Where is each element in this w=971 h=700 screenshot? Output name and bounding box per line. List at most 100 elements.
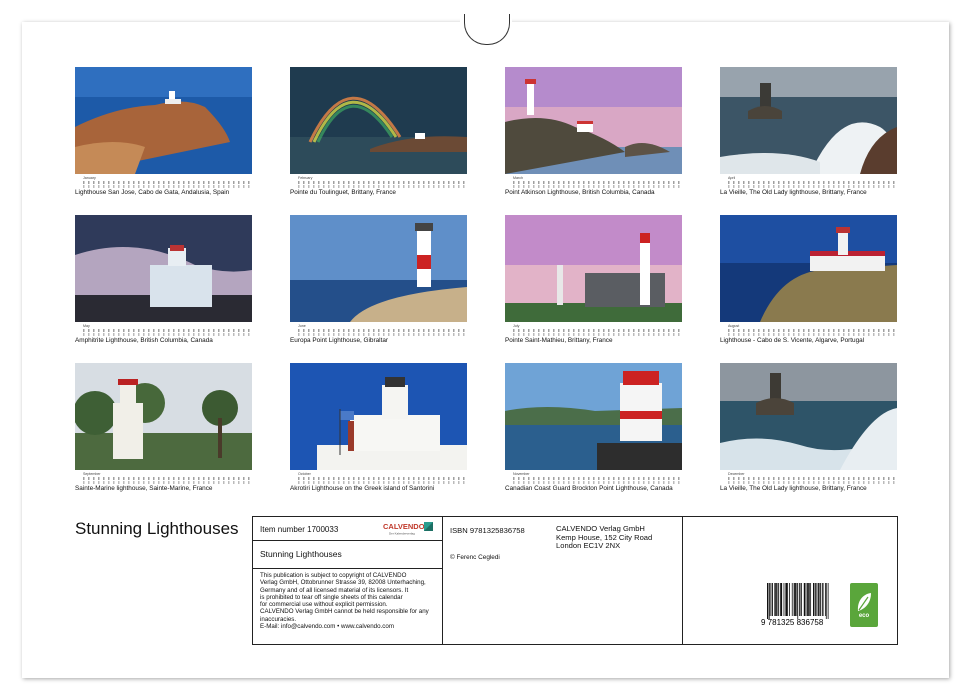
mini-calendar-row: April	[720, 176, 897, 188]
barcode-bar	[817, 583, 819, 616]
copyright-line: inaccuracies.	[260, 615, 297, 623]
month-label: June	[298, 324, 306, 328]
photo-caption: Lighthouse San Jose, Cabo de Gata, Andal…	[75, 189, 230, 196]
month-label: September	[83, 472, 101, 476]
photo-caption: Akrotiri Lighthouse on the Greek island …	[290, 485, 435, 492]
barcode-bar	[768, 583, 770, 619]
eco-label: eco	[858, 613, 870, 619]
month-label: August	[728, 324, 740, 328]
mini-calendar-row: February	[290, 176, 467, 188]
barcode-bar	[814, 583, 816, 616]
month-panel: January Lighthouse San Jose, Cabo de Gat…	[75, 67, 252, 196]
mini-calendar-row: January	[75, 176, 252, 188]
barcode-bar	[774, 583, 776, 616]
photo-caption: La Vieille, The Old Lady lighthouse, Bri…	[720, 189, 867, 196]
item-number: Item number 1700033	[260, 525, 339, 534]
photo-caption: Sainte-Marine lighthouse, Sainte-Marine,…	[75, 485, 213, 492]
month-label: April	[728, 176, 736, 180]
month-label: February	[298, 176, 313, 180]
leaf-icon	[857, 593, 871, 611]
mini-calendar-row: September	[75, 472, 252, 484]
lighthouse-photo	[75, 363, 252, 470]
mini-calendar-row: August	[720, 324, 897, 336]
lighthouse-photo	[720, 363, 897, 470]
barcode-bar	[827, 583, 829, 619]
barcode-bar	[780, 583, 783, 616]
photo-caption: Europa Point Lighthouse, Gibraltar	[290, 337, 389, 344]
barcode-bar	[793, 583, 795, 616]
lighthouse-photo	[505, 67, 682, 174]
copyright-line: CALVENDO Verlag GmbH cannot be held resp…	[260, 608, 429, 616]
barcode-bar	[813, 583, 815, 616]
calendar-title: Stunning Lighthouses	[75, 519, 239, 538]
photo-caption: Pointe Saint-Mathieu, Brittany, France	[505, 337, 613, 344]
day-grid	[83, 185, 250, 188]
month-panel: July Pointe Saint-Mathieu, Brittany, Fra…	[505, 215, 682, 344]
publisher-line: London EC1V 2NX	[556, 541, 621, 550]
copyright-line: This publication is subject to copyright…	[260, 572, 407, 579]
lighthouse-photo	[75, 67, 252, 174]
lighthouse-photo	[75, 215, 252, 322]
day-grid	[83, 481, 250, 484]
barcode-bar	[825, 583, 827, 619]
lighthouse-photo	[505, 215, 682, 322]
mini-calendar-row: October	[290, 472, 467, 484]
copyright-text: This publication is subject to copyright…	[260, 572, 429, 630]
barcode-bar	[797, 583, 799, 619]
day-grid	[513, 181, 680, 184]
barcode-bar	[804, 583, 806, 616]
barcode-bar	[775, 583, 777, 616]
photo-caption: Lighthouse - Cabo de S. Vicente, Algarve…	[720, 337, 865, 344]
product-title: Stunning Lighthouses	[260, 549, 342, 559]
copyright-line: is prohibited to tear off single sheets …	[260, 593, 403, 601]
info-box: Item number 1700033 CALVENDO Der Kalende…	[252, 516, 898, 645]
barcode-bar	[771, 583, 773, 616]
barcode-bar	[824, 583, 826, 616]
month-panel: February Pointe du Toulinguet, Brittany,…	[290, 67, 467, 196]
calvendo-logo: CALVENDO Der Kalenderverlag	[383, 522, 433, 536]
barcode-bar	[807, 583, 809, 616]
month-label: March	[513, 176, 523, 180]
day-grid	[298, 329, 465, 332]
barcode-bar	[810, 583, 812, 616]
month-label: October	[298, 472, 311, 476]
barcode-bar	[799, 583, 801, 616]
month-panel: October Akrotiri Lighthouse on the Greek…	[290, 363, 467, 492]
mini-calendar-row: May	[75, 324, 252, 336]
month-panel: December La Vieille, The Old Lady lighth…	[720, 363, 897, 492]
barcode-bar	[776, 583, 778, 616]
barcode-bar	[783, 583, 785, 616]
lighthouse-photo	[290, 67, 467, 174]
publisher-address: CALVENDO Verlag GmbH Kemp House, 152 City…	[556, 524, 652, 551]
day-grid	[513, 329, 680, 332]
barcode-bar	[769, 583, 771, 616]
month-panel: March Point Atkinson Lighthouse, British…	[505, 67, 682, 196]
barcode-bar	[767, 583, 769, 619]
barcode-bar	[815, 583, 817, 616]
day-grid	[728, 181, 895, 184]
info-divider	[682, 517, 683, 644]
day-grid	[513, 481, 680, 484]
day-grid	[728, 477, 895, 480]
day-grid	[728, 333, 895, 336]
barcode: 9 781325 836758	[761, 583, 829, 627]
isbn: ISBN 9781325836758	[450, 526, 525, 535]
month-label: November	[513, 472, 530, 476]
author-credit: © Ferenc Cegledi	[450, 554, 500, 561]
day-grid	[83, 181, 250, 184]
info-divider	[253, 568, 442, 569]
day-grid	[728, 329, 895, 332]
svg-text:CALVENDO: CALVENDO	[383, 522, 425, 531]
day-grid	[728, 481, 895, 484]
barcode-bar	[794, 583, 796, 616]
copyright-line: E-Mail: info@calvendo.com • www.calvendo…	[260, 623, 394, 631]
copyright-line: Verlag GmbH, Ottobrunner Strasse 39, 820…	[260, 579, 426, 587]
month-panel: September Sainte-Marine lighthouse, Sain…	[75, 363, 252, 492]
info-divider	[442, 517, 443, 644]
photo-caption: Amphitrite Lighthouse, British Columbia,…	[75, 337, 213, 344]
mini-calendar-row: March	[505, 176, 682, 188]
day-grid	[298, 333, 465, 336]
copyright-line: for commercial use without explicit perm…	[260, 601, 388, 609]
month-label: May	[83, 324, 90, 328]
barcode-bar	[820, 583, 822, 616]
